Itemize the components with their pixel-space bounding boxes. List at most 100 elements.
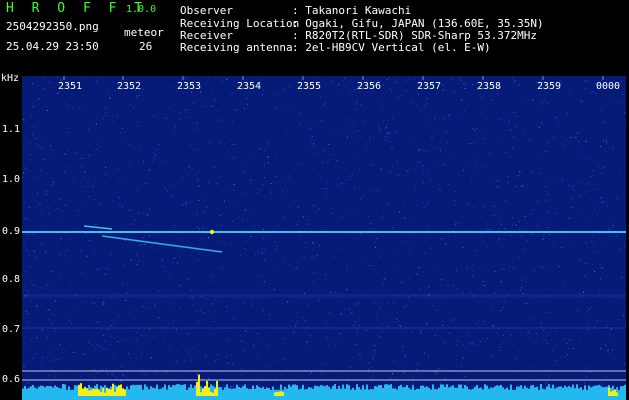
power-burst: [84, 387, 86, 396]
power-sample: [266, 387, 268, 392]
power-sample: [222, 389, 224, 392]
power-sample: [132, 384, 134, 392]
power-sample: [292, 384, 294, 392]
power-sample: [158, 389, 160, 392]
power-sample: [72, 389, 74, 392]
power-burst: [102, 387, 104, 396]
power-sample: [140, 384, 142, 392]
power-sample: [160, 388, 162, 392]
power-burst: [616, 392, 618, 396]
power-sample: [34, 387, 36, 392]
power-sample: [144, 384, 146, 392]
power-sample: [624, 384, 626, 392]
power-burst: [202, 388, 204, 396]
y-tick: 1.1: [2, 124, 21, 135]
power-sample: [268, 388, 270, 392]
power-sample: [450, 386, 452, 392]
power-sample: [340, 388, 342, 392]
power-sample: [308, 387, 310, 392]
power-burst: [116, 387, 118, 396]
power-sample: [462, 388, 464, 392]
power-sample: [178, 384, 180, 392]
power-sample: [174, 385, 176, 392]
power-sample: [294, 384, 296, 392]
power-sample: [70, 389, 72, 392]
power-sample: [534, 387, 536, 392]
power-sample: [470, 389, 472, 392]
power-burst: [608, 387, 610, 396]
power-sample: [104, 385, 106, 392]
power-sample: [524, 385, 526, 392]
power-sample: [458, 384, 460, 392]
power-sample: [476, 385, 478, 392]
power-sample: [422, 385, 424, 392]
power-sample: [182, 384, 184, 392]
power-sample: [560, 386, 562, 392]
power-sample: [410, 389, 412, 392]
power-sample: [380, 385, 382, 392]
power-sample: [426, 386, 428, 392]
x-tick: 2354: [237, 81, 262, 92]
power-sample: [600, 386, 602, 392]
power-sample: [358, 387, 360, 392]
power-sample: [176, 384, 178, 392]
power-sample: [194, 385, 196, 392]
power-sample: [594, 385, 596, 392]
power-sample: [538, 389, 540, 392]
power-sample: [190, 384, 192, 392]
power-sample: [368, 389, 370, 392]
power-sample: [384, 384, 386, 392]
power-burst: [196, 381, 198, 396]
power-sample: [442, 384, 444, 392]
y-tick: 0.9: [2, 226, 21, 237]
power-sample: [224, 387, 226, 392]
power-sample: [300, 388, 302, 392]
power-sample: [396, 389, 398, 392]
power-sample: [234, 388, 236, 392]
power-sample: [586, 389, 588, 392]
power-sample: [572, 384, 574, 392]
power-burst: [282, 392, 284, 396]
power-sample: [272, 386, 274, 392]
power-burst: [92, 388, 94, 396]
power-burst: [118, 385, 120, 396]
power-sample: [446, 384, 448, 392]
power-sample: [28, 387, 30, 392]
power-sample: [68, 386, 70, 392]
power-sample: [622, 386, 624, 392]
power-burst: [100, 392, 102, 396]
x-tick: 2355: [297, 81, 322, 92]
power-sample: [60, 388, 62, 392]
power-sample: [596, 385, 598, 392]
power-sample: [304, 389, 306, 392]
power-sample: [280, 384, 282, 392]
power-sample: [56, 386, 58, 392]
power-sample: [552, 384, 554, 392]
power-sample: [40, 385, 42, 392]
power-sample: [244, 384, 246, 392]
power-burst: [120, 384, 122, 396]
power-sample: [336, 389, 338, 392]
power-burst: [88, 390, 90, 396]
power-sample: [394, 388, 396, 392]
power-sample: [402, 387, 404, 392]
power-burst: [122, 388, 124, 396]
power-sample: [342, 384, 344, 392]
power-sample: [540, 384, 542, 392]
power-burst: [212, 392, 214, 396]
power-sample: [240, 387, 242, 392]
power-burst: [80, 383, 82, 396]
power-sample: [386, 384, 388, 392]
power-sample: [584, 385, 586, 392]
power-sample: [326, 385, 328, 392]
power-sample: [370, 389, 372, 392]
power-sample: [390, 384, 392, 392]
power-sample: [332, 385, 334, 392]
power-burst: [206, 381, 208, 396]
power-burst: [114, 392, 116, 396]
power-sample: [298, 389, 300, 392]
power-sample: [278, 389, 280, 392]
power-sample: [412, 385, 414, 392]
power-sample: [364, 389, 366, 392]
power-burst: [278, 391, 280, 396]
